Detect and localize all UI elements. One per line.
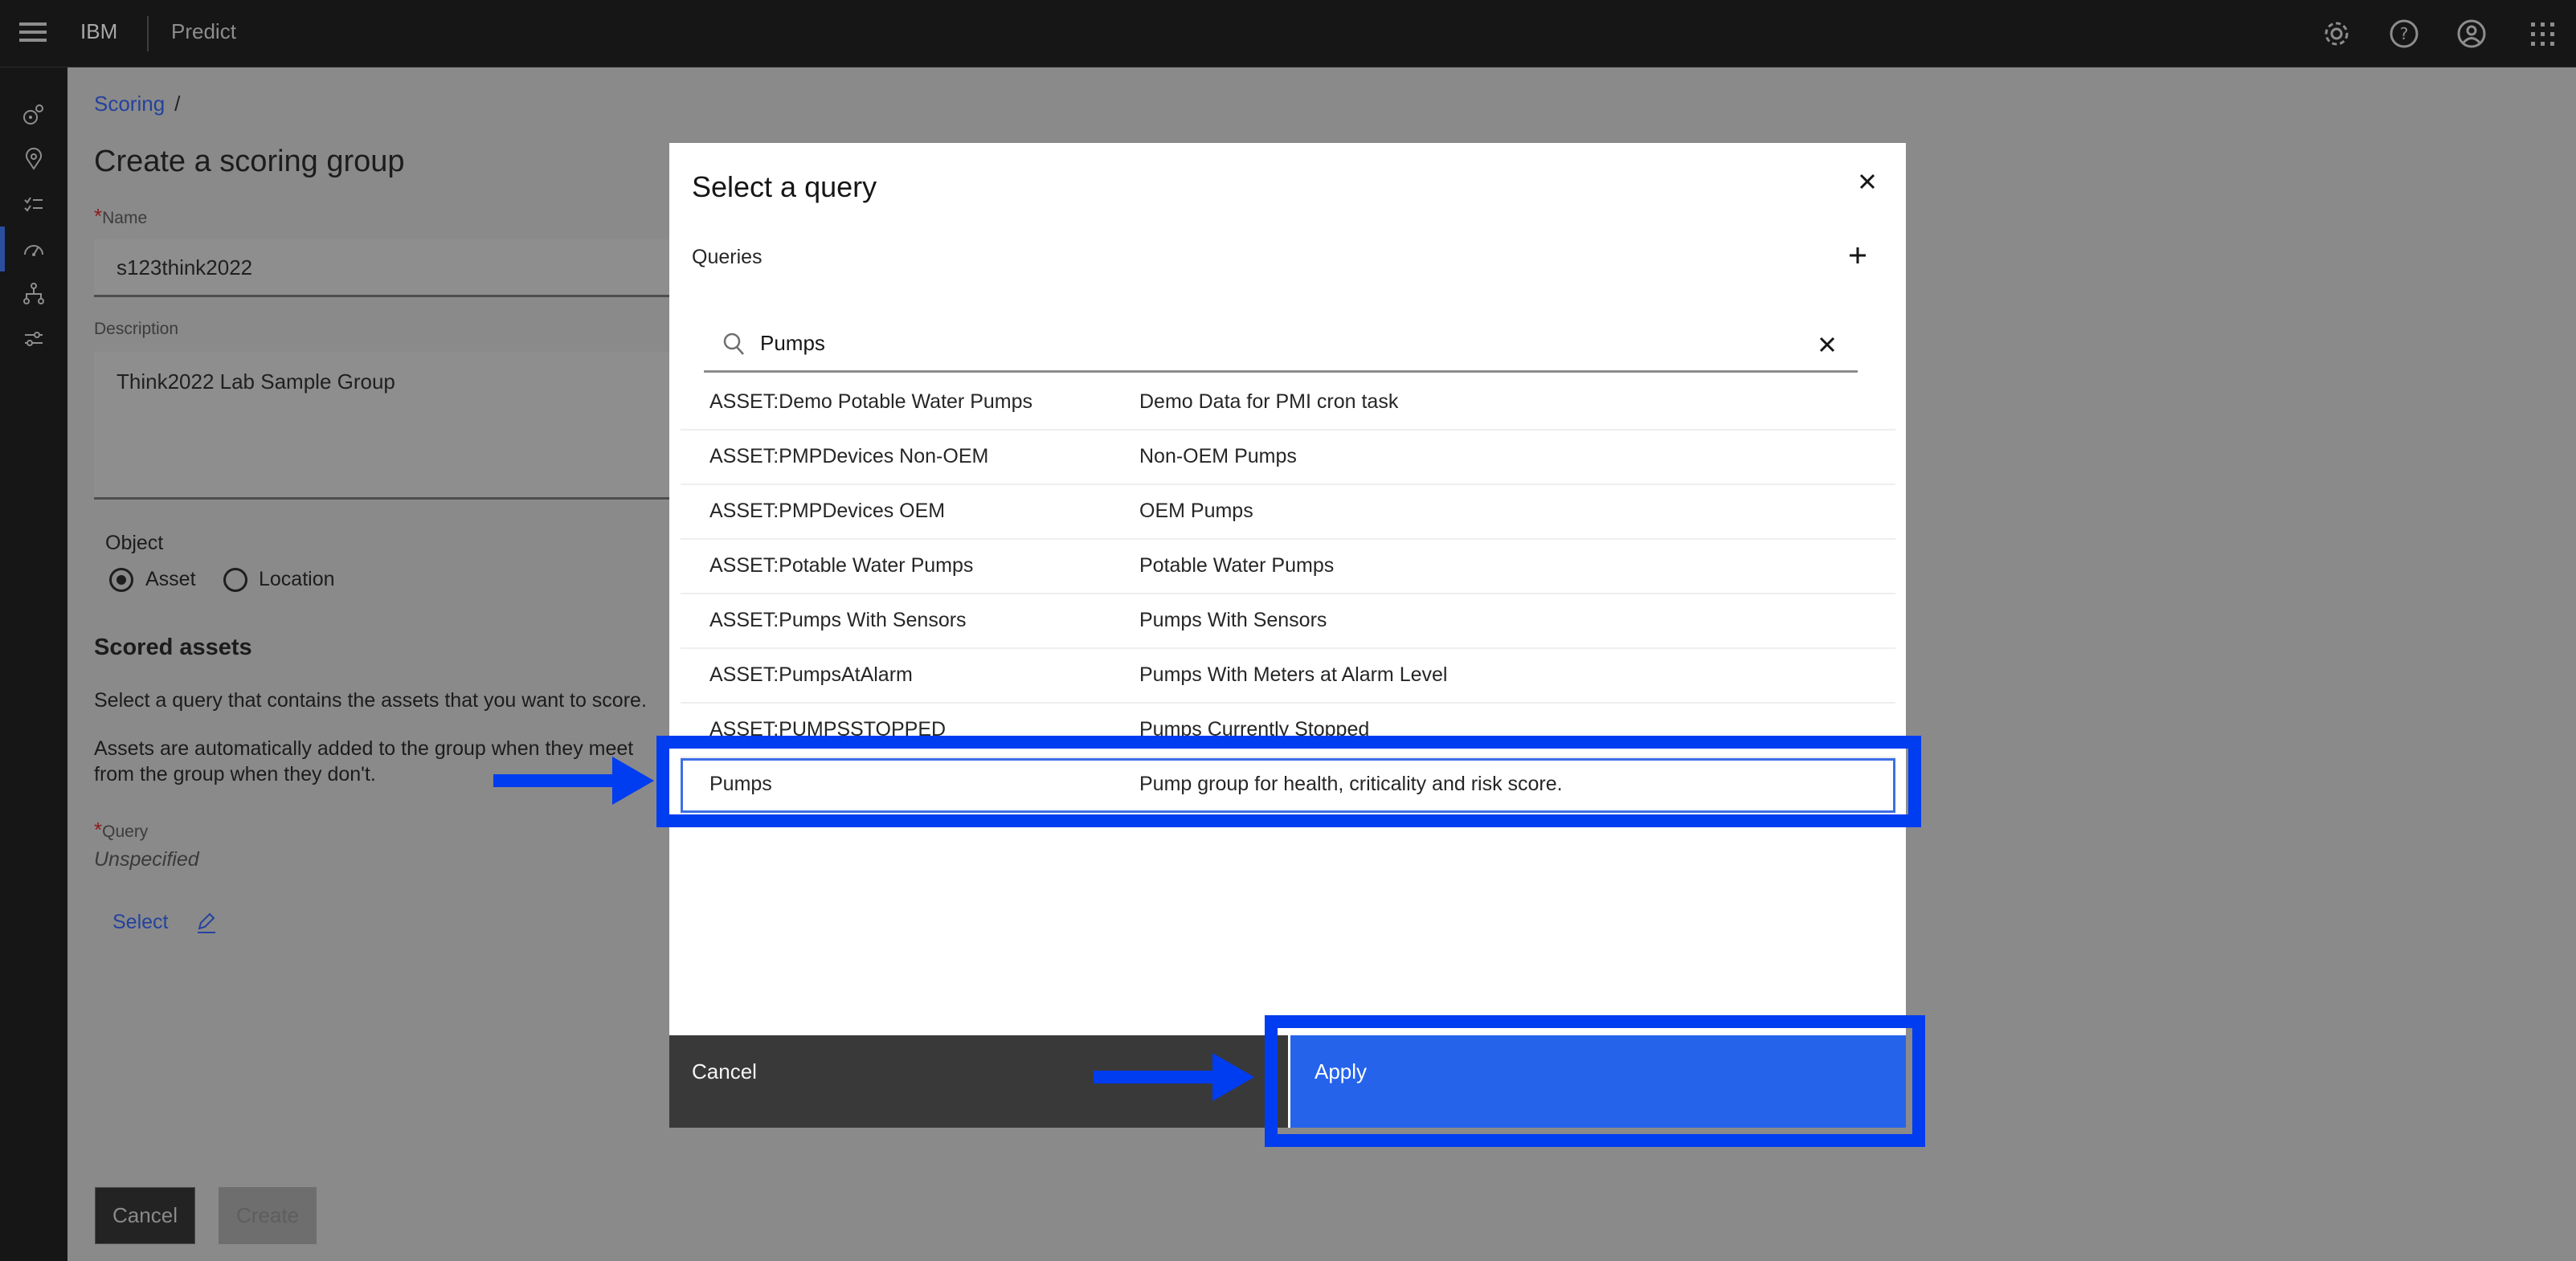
query-name: ASSET:PMPDevices OEM — [709, 500, 946, 522]
help-icon[interactable]: ? — [2388, 18, 2420, 50]
scored-assets-heading: Scored assets — [94, 635, 252, 660]
menu-icon[interactable] — [19, 22, 47, 45]
name-label-text: Name — [102, 209, 148, 227]
radio-asset-label[interactable]: Asset — [145, 568, 196, 591]
query-description: OEM Pumps — [1139, 500, 1253, 522]
arrow-right-icon — [1094, 1053, 1254, 1101]
required-mark: * — [94, 204, 103, 228]
brand-name: IBM — [80, 19, 118, 43]
query-label: *Query — [94, 818, 148, 843]
breadcrumb: Scoring / — [94, 92, 180, 116]
side-nav-locations[interactable] — [0, 137, 67, 182]
brand-divider — [147, 16, 149, 51]
hierarchy-icon — [23, 283, 44, 304]
radio-location-label[interactable]: Location — [259, 568, 335, 591]
required-mark: * — [94, 818, 103, 842]
query-name: ASSET:Demo Potable Water Pumps — [709, 390, 1033, 413]
highlight-box-apply — [1265, 1015, 1925, 1147]
query-description: Demo Data for PMI cron task — [1139, 390, 1399, 413]
query-row[interactable]: ASSET:Demo Potable Water Pumps Demo Data … — [681, 376, 1895, 431]
name-field[interactable]: s123think2022 — [94, 239, 669, 297]
side-nav-assets[interactable] — [0, 92, 67, 137]
top-header: IBM Predict ? — [0, 0, 2576, 67]
modal-title: Select a query — [692, 170, 877, 203]
side-nav-hierarchy[interactable] — [0, 271, 67, 316]
breadcrumb-scoring-link[interactable]: Scoring — [94, 92, 165, 116]
query-description: Non-OEM Pumps — [1139, 445, 1297, 467]
query-name: ASSET:Potable Water Pumps — [709, 554, 974, 577]
radio-asset[interactable] — [109, 568, 133, 592]
select-query-link[interactable]: Select — [112, 911, 168, 934]
highlight-box-selected-row — [656, 736, 1921, 827]
side-nav — [0, 67, 67, 1261]
query-row[interactable]: ASSET:PMPDevices Non-OEM Non-OEM Pumps — [681, 431, 1895, 485]
clear-search-icon[interactable] — [1814, 331, 1840, 358]
breadcrumb-separator: / — [174, 92, 181, 116]
query-name: ASSET:PMPDevices Non-OEM — [709, 445, 989, 467]
scored-assets-help-2b: from the group when they don't. — [94, 763, 376, 786]
query-description: Pumps With Meters at Alarm Level — [1139, 663, 1448, 686]
name-label: *Name — [94, 204, 147, 229]
search-input-value: Pumps — [760, 331, 825, 355]
app-switcher-icon[interactable] — [2526, 18, 2558, 50]
user-icon[interactable] — [2455, 18, 2488, 50]
edit-pencil-icon[interactable] — [193, 909, 219, 939]
side-nav-scoring[interactable] — [0, 226, 67, 271]
radio-location[interactable] — [223, 568, 247, 592]
query-description: Potable Water Pumps — [1139, 554, 1335, 577]
description-field[interactable]: Think2022 Lab Sample Group — [94, 352, 669, 500]
query-row[interactable]: ASSET:PumpsAtAlarm Pumps With Meters at A… — [681, 649, 1895, 704]
query-row[interactable]: ASSET:PMPDevices OEM OEM Pumps — [681, 485, 1895, 540]
query-row[interactable]: ASSET:Pumps With Sensors Pumps With Senso… — [681, 594, 1895, 649]
page-title: Create a scoring group — [94, 145, 405, 178]
description-field-value: Think2022 Lab Sample Group — [117, 369, 395, 394]
settings-icon[interactable] — [2320, 18, 2353, 50]
query-value: Unspecified — [94, 848, 199, 871]
location-icon — [26, 147, 42, 170]
page-cancel-button[interactable]: Cancel — [95, 1187, 195, 1244]
query-search-input[interactable]: Pumps — [704, 318, 1858, 373]
side-nav-checklist[interactable] — [0, 182, 67, 226]
select-query-modal: Select a query Queries Pumps ASSET:Demo … — [669, 143, 1906, 1128]
scored-assets-help-1: Select a query that contains the assets … — [94, 689, 647, 712]
checklist-icon — [24, 197, 43, 212]
query-description: Pumps With Sensors — [1139, 609, 1327, 631]
settings-sliders-icon — [25, 332, 43, 346]
scoring-gauge-icon — [24, 245, 43, 256]
side-nav-settings[interactable] — [0, 316, 67, 361]
close-icon[interactable] — [1851, 165, 1883, 198]
product-name: Predict — [171, 19, 236, 43]
modal-cancel-label: Cancel — [692, 1059, 757, 1083]
query-name: ASSET:Pumps With Sensors — [709, 609, 967, 631]
asset-icon — [23, 104, 43, 124]
query-label-text: Query — [102, 822, 149, 841]
name-field-value: s123think2022 — [117, 255, 253, 280]
query-row[interactable]: ASSET:Potable Water Pumps Potable Water P… — [681, 540, 1895, 594]
page-create-button[interactable]: Create — [219, 1187, 317, 1244]
description-label: Description — [94, 320, 179, 338]
queries-label: Queries — [692, 246, 763, 268]
search-icon — [722, 331, 747, 358]
object-label: Object — [105, 532, 164, 554]
svg-text:?: ? — [2400, 24, 2409, 43]
arrow-right-icon — [493, 757, 654, 805]
add-query-icon[interactable] — [1842, 239, 1874, 271]
query-name: ASSET:PumpsAtAlarm — [709, 663, 913, 686]
